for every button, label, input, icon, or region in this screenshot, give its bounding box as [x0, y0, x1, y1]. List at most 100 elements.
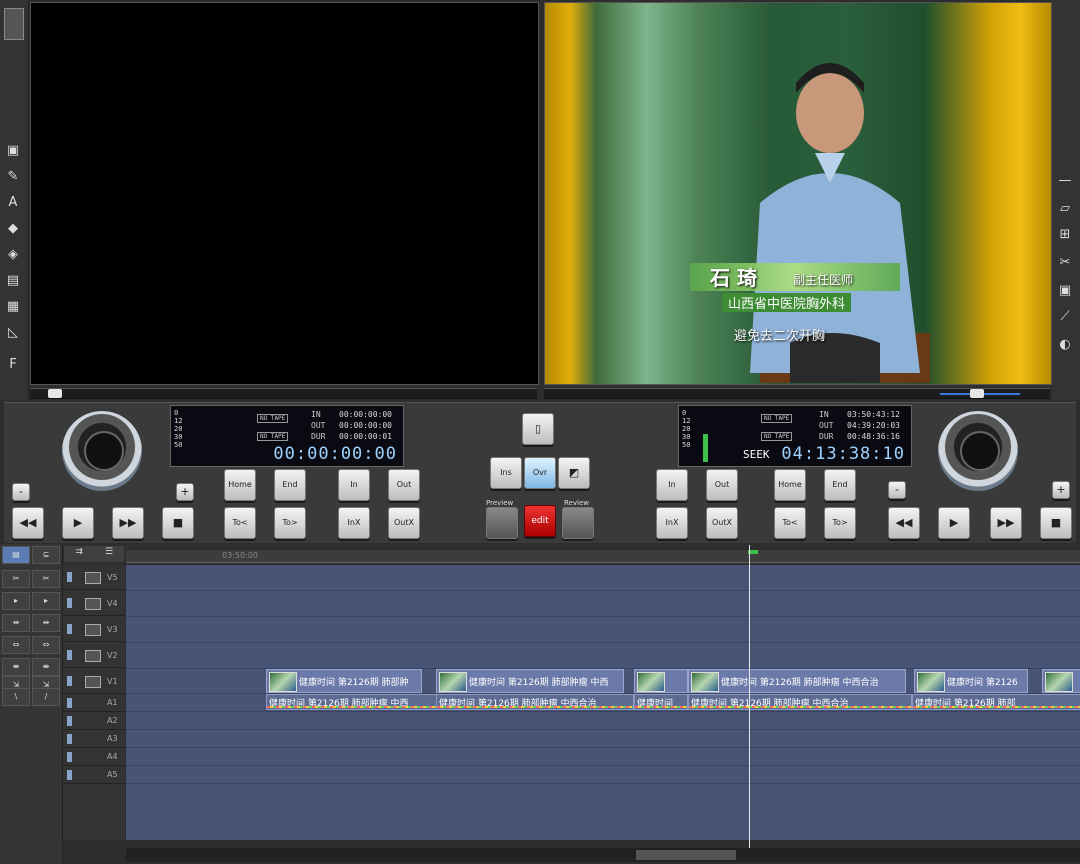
capture-icon[interactable]: ▤ — [4, 272, 22, 290]
extend-all-icon[interactable]: ⇼ — [32, 658, 60, 676]
record-home-button[interactable]: Home — [774, 469, 806, 501]
video-clip[interactable] — [1042, 669, 1080, 693]
source-out-button[interactable]: Out — [388, 469, 420, 501]
transition-mode-button[interactable]: ◩ — [558, 457, 590, 489]
timeline-link-icon[interactable]: ⊆ — [32, 546, 60, 564]
track-routing-icon[interactable]: ⇉ — [66, 547, 92, 561]
record-inx-button[interactable]: InX — [656, 507, 688, 539]
nudge-right-icon[interactable]: / — [32, 688, 60, 706]
review-button[interactable] — [562, 507, 594, 539]
bins-icon[interactable]: ▦ — [4, 298, 22, 316]
audio-clip[interactable]: 健康时间 第2126期 肺部 — [912, 694, 1080, 710]
brush-icon[interactable]: ⟋ — [1056, 308, 1074, 326]
source-outx-button[interactable]: OutX — [388, 507, 420, 539]
source-fastforward-button[interactable]: ▶▶ — [112, 507, 144, 539]
record-play-button[interactable]: ▶ — [938, 507, 970, 539]
track-header-a1[interactable]: A1 — [63, 695, 125, 712]
track-header-v4[interactable]: V4 — [63, 591, 125, 616]
record-speed-plus-button[interactable]: + — [1052, 481, 1070, 499]
source-to-next-button[interactable]: To> — [274, 507, 306, 539]
track-header-v3[interactable]: V3 — [63, 617, 125, 642]
roll-trim-icon[interactable]: ⇹ — [32, 614, 60, 632]
record-jog-knob[interactable] — [938, 411, 1018, 491]
timeline-horizontal-scrollbar[interactable] — [126, 848, 1080, 862]
source-scrub-bar[interactable] — [30, 388, 537, 399]
overwrite-mode-button[interactable]: Ovr — [524, 457, 556, 489]
playhead[interactable] — [749, 545, 750, 850]
track-header-v1[interactable]: V1 — [63, 669, 125, 694]
speaker-icon[interactable]: ▣ — [4, 142, 22, 160]
audio-clip[interactable]: 健康时间 第2126期 肺部肿瘤 中西合治 — [436, 694, 634, 710]
source-stop-button[interactable]: ■ — [162, 507, 194, 539]
razor-icon[interactable]: ✂ — [2, 570, 30, 588]
audio-clip[interactable]: 健康时间 — [634, 694, 688, 710]
record-rewind-button[interactable]: ◀◀ — [888, 507, 920, 539]
record-monitor[interactable]: 石 琦 副主任医师 山西省中医院胸外科 避免去二次开胸 — [544, 2, 1052, 385]
video-clip[interactable]: 健康时间 第2126 — [914, 669, 1028, 693]
timeline-view-icon[interactable]: ▤ — [2, 546, 30, 564]
record-speed-minus-button[interactable]: - — [888, 481, 906, 499]
lock-button[interactable]: ▯ — [522, 413, 554, 445]
fill-icon[interactable]: ◈ — [4, 246, 22, 264]
record-to-next-button[interactable]: To> — [824, 507, 856, 539]
track-settings-icon[interactable]: ☰ — [96, 547, 122, 561]
source-rewind-button[interactable]: ◀◀ — [12, 507, 44, 539]
scrollbar-thumb[interactable] — [636, 850, 736, 860]
ripple-trim-icon[interactable]: ⇹ — [2, 614, 30, 632]
source-to-prev-button[interactable]: To< — [224, 507, 256, 539]
fx-icon[interactable]: F — [4, 356, 22, 374]
track-header-v5[interactable]: V5 — [63, 565, 125, 590]
track-header-a3[interactable]: A3 — [63, 731, 125, 748]
slide-icon[interactable]: ⇔ — [32, 636, 60, 654]
track-header-v2[interactable]: V2 — [63, 643, 125, 668]
video-clip[interactable]: 健康时间 第2126期 肺部肿瘤 中西合治 — [688, 669, 906, 693]
record-out-button[interactable]: Out — [706, 469, 738, 501]
track-header-a5[interactable]: A5 — [63, 767, 125, 784]
source-play-button[interactable]: ▶ — [62, 507, 94, 539]
audio-clip[interactable]: 健康时间 第2126期 肺部肿瘤 中西 — [266, 694, 438, 710]
crop-icon[interactable]: ⊞ — [1056, 226, 1074, 244]
graph-icon[interactable]: ◺ — [4, 324, 22, 342]
record-outx-button[interactable]: OutX — [706, 507, 738, 539]
wrench-icon[interactable]: ✎ — [4, 168, 22, 186]
record-stop-button[interactable]: ■ — [1040, 507, 1072, 539]
source-speed-plus-button[interactable]: + — [176, 483, 194, 501]
camera-icon[interactable]: ▣ — [1056, 282, 1074, 300]
speaker-right-icon[interactable]: ◐ — [1056, 336, 1074, 354]
select-forward-icon[interactable]: ▸ — [2, 592, 30, 610]
record-scrub-handle[interactable] — [970, 389, 984, 398]
nudge-left-icon[interactable]: \ — [2, 688, 30, 706]
video-clip[interactable] — [634, 669, 688, 693]
paint-icon[interactable]: ◆ — [4, 220, 22, 238]
extend-icon[interactable]: ⇼ — [2, 658, 30, 676]
eraser-icon[interactable]: ▱ — [1056, 200, 1074, 218]
lock-toggle-icon[interactable] — [4, 8, 24, 40]
source-speed-minus-button[interactable]: - — [12, 483, 30, 501]
record-end-button[interactable]: End — [824, 469, 856, 501]
text-tool-icon[interactable]: A — [4, 194, 22, 212]
source-jog-knob[interactable] — [62, 411, 142, 491]
record-scrub-bar[interactable] — [544, 388, 1050, 399]
slip-icon[interactable]: ⇔ — [2, 636, 30, 654]
edit-button[interactable]: edit — [524, 505, 556, 537]
razor-all-icon[interactable]: ✂ — [32, 570, 60, 588]
track-header-a4[interactable]: A4 — [63, 749, 125, 766]
video-clip[interactable]: 健康时间 第2126期 肺部肿 — [266, 669, 422, 693]
record-to-prev-button[interactable]: To< — [774, 507, 806, 539]
source-home-button[interactable]: Home — [224, 469, 256, 501]
record-in-button[interactable]: In — [656, 469, 688, 501]
track-area[interactable]: 健康时间 第2126期 肺部肿 健康时间 第2126期 肺部肿瘤 中西 健康时间… — [126, 565, 1080, 840]
track-header-a2[interactable]: A2 — [63, 713, 125, 730]
dash-icon[interactable]: — — [1056, 172, 1074, 190]
scissors-icon[interactable]: ✂ — [1056, 254, 1074, 272]
audio-clip[interactable]: 健康时间 第2126期 肺部肿瘤 中西合治 — [688, 694, 912, 710]
preview-button[interactable] — [486, 507, 518, 539]
source-scrub-handle[interactable] — [48, 389, 62, 398]
source-inx-button[interactable]: InX — [338, 507, 370, 539]
record-fastforward-button[interactable]: ▶▶ — [990, 507, 1022, 539]
source-monitor[interactable] — [30, 2, 539, 385]
timeline-ruler[interactable]: 03:50:00 — [126, 550, 1080, 563]
select-all-forward-icon[interactable]: ▸ — [32, 592, 60, 610]
insert-mode-button[interactable]: Ins — [490, 457, 522, 489]
video-clip[interactable]: 健康时间 第2126期 肺部肿瘤 中西 — [436, 669, 624, 693]
